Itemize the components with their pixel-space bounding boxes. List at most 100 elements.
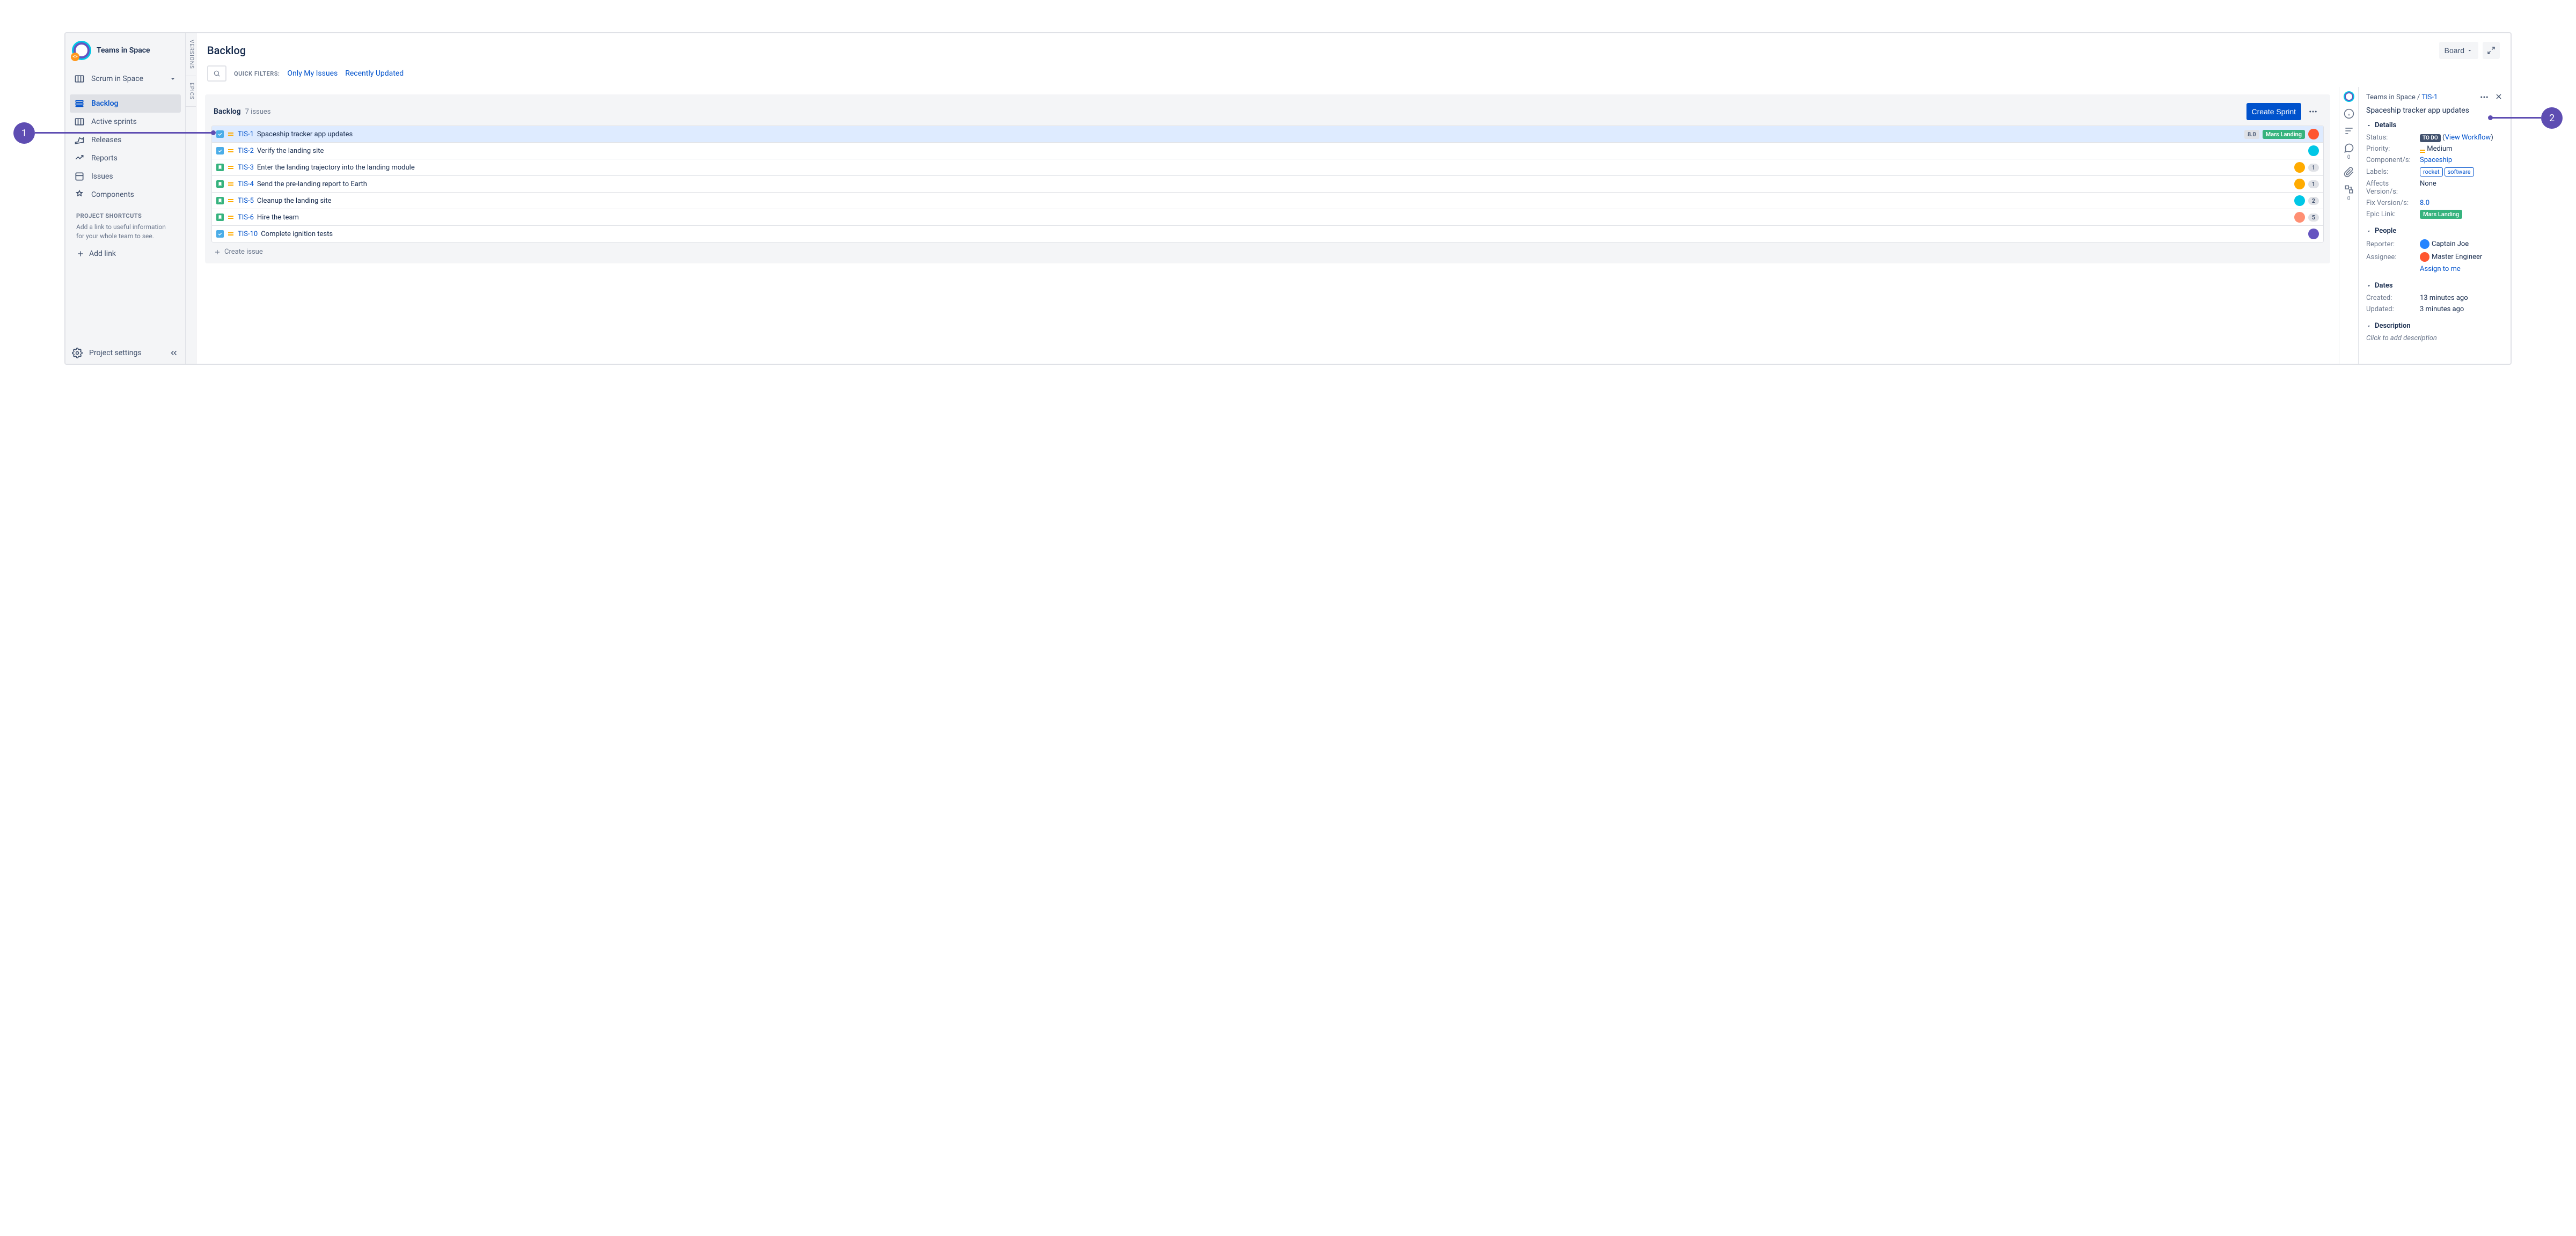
details-section: Details Status:TO DO (View Workflow) Pri… bbox=[2366, 121, 2503, 218]
priority-icon bbox=[227, 180, 235, 188]
detail-attachments-icon[interactable] bbox=[2344, 167, 2354, 178]
sidebar-item-releases[interactable]: Releases bbox=[70, 131, 181, 149]
backlog-card: Backlog 7 issues Create Sprint TIS-1Spac… bbox=[205, 94, 2330, 263]
sidebar-header: <> Teams in Space bbox=[65, 33, 185, 68]
detail-close-button[interactable] bbox=[2494, 92, 2503, 102]
filter-row: QUICK FILTERS: Only My Issues Recently U… bbox=[207, 65, 2500, 82]
sidebar-item-active-sprints[interactable]: Active sprints bbox=[70, 113, 181, 131]
label-tag[interactable]: software bbox=[2445, 167, 2474, 176]
sidebar: <> Teams in Space Scrum in Space bbox=[65, 33, 186, 364]
filter-only-my-issues[interactable]: Only My Issues bbox=[287, 69, 338, 78]
content-row: Backlog 7 issues Create Sprint TIS-1Spac… bbox=[196, 87, 2511, 364]
search-button[interactable] bbox=[207, 65, 226, 82]
issue-row[interactable]: TIS-2Verify the landing site bbox=[212, 143, 2323, 159]
description-placeholder[interactable]: Click to add description bbox=[2366, 334, 2503, 342]
annotation-line-1 bbox=[35, 132, 214, 134]
plus-icon bbox=[76, 249, 85, 258]
backlog-header: Backlog 7 issues Create Sprint bbox=[211, 101, 2324, 126]
issue-row[interactable]: TIS-1Spaceship tracker app updates8.0 Mar… bbox=[212, 126, 2323, 143]
issue-type-icon bbox=[216, 197, 224, 204]
fullscreen-button[interactable] bbox=[2483, 42, 2500, 59]
quick-filters-label: QUICK FILTERS: bbox=[234, 70, 280, 77]
details-section-toggle[interactable]: Details bbox=[2366, 121, 2503, 129]
backlog-icon bbox=[74, 98, 85, 109]
backlog-section-title: Backlog bbox=[214, 107, 241, 116]
page-title: Backlog bbox=[207, 44, 246, 57]
avatar bbox=[2294, 212, 2305, 223]
detail-issue-title: Spaceship tracker app updates bbox=[2366, 106, 2503, 115]
fix-version-link[interactable]: 8.0 bbox=[2420, 199, 2429, 207]
issue-type-icon bbox=[216, 214, 224, 221]
issue-summary: Hire the team bbox=[257, 214, 2291, 222]
epics-tab[interactable]: EPICS bbox=[186, 76, 196, 107]
issue-row[interactable]: TIS-4Send the pre-landing report to Eart… bbox=[212, 176, 2323, 193]
people-section-toggle[interactable]: People bbox=[2366, 227, 2503, 235]
issue-row[interactable]: TIS-3Enter the landing trajectory into t… bbox=[212, 159, 2323, 176]
create-sprint-button[interactable]: Create Sprint bbox=[2246, 103, 2301, 120]
sidebar-item-backlog[interactable]: Backlog bbox=[70, 94, 181, 113]
collapse-sidebar-button[interactable] bbox=[169, 348, 179, 358]
sidebar-item-issues[interactable]: Issues bbox=[70, 167, 181, 186]
issue-meta bbox=[2308, 145, 2319, 156]
detail-panel: 0 0 Teams in Space / TIS- bbox=[2339, 87, 2511, 364]
app-frame: <> Teams in Space Scrum in Space bbox=[64, 32, 2512, 365]
more-actions-button[interactable] bbox=[2304, 103, 2322, 120]
shortcuts-heading: PROJECT SHORTCUTS bbox=[76, 212, 174, 219]
count-pill: 1 bbox=[2308, 180, 2319, 188]
view-workflow-link[interactable]: View Workflow bbox=[2445, 134, 2491, 142]
sidebar-item-reports[interactable]: Reports bbox=[70, 149, 181, 167]
issue-type-icon bbox=[216, 164, 224, 171]
filter-recently-updated[interactable]: Recently Updated bbox=[345, 69, 404, 78]
issue-key: TIS-1 bbox=[238, 130, 254, 138]
description-section-toggle[interactable]: Description bbox=[2366, 322, 2503, 330]
detail-subtasks-icon[interactable]: 0 bbox=[2344, 184, 2354, 202]
issue-type-icon bbox=[216, 147, 224, 154]
sidebar-nav: Scrum in Space Backlog Acti bbox=[65, 68, 185, 342]
sidebar-item-components[interactable]: Components bbox=[70, 186, 181, 204]
breadcrumb-key-link[interactable]: TIS-1 bbox=[2421, 93, 2438, 101]
versions-tab[interactable]: VERSIONS bbox=[186, 33, 196, 76]
detail-project-icon[interactable] bbox=[2344, 91, 2354, 102]
issue-summary: Verify the landing site bbox=[257, 147, 2305, 155]
avatar bbox=[2308, 229, 2319, 239]
shortcuts-description: Add a link to useful information for you… bbox=[76, 223, 174, 241]
avatar bbox=[2420, 252, 2429, 262]
issue-summary: Spaceship tracker app updates bbox=[257, 130, 2241, 138]
detail-info-icon[interactable] bbox=[2344, 108, 2354, 119]
sprints-icon bbox=[74, 116, 85, 127]
project-settings-button[interactable]: Project settings bbox=[72, 348, 142, 358]
priority-icon bbox=[227, 130, 235, 138]
version-lozenge: 8.0 bbox=[2244, 130, 2259, 139]
detail-icon-rail: 0 0 bbox=[2339, 87, 2359, 364]
assign-to-me-link[interactable]: Assign to me bbox=[2420, 265, 2461, 273]
issue-row[interactable]: TIS-10Complete ignition tests bbox=[212, 226, 2323, 242]
board-dropdown-button[interactable]: Board bbox=[2439, 42, 2478, 59]
issue-meta: 1 bbox=[2294, 162, 2319, 173]
add-link-button[interactable]: Add link bbox=[70, 245, 181, 262]
issue-row[interactable]: TIS-5Cleanup the landing site2 bbox=[212, 193, 2323, 209]
reports-icon bbox=[74, 153, 85, 164]
priority-icon bbox=[227, 147, 235, 154]
backlog-count: 7 issues bbox=[245, 108, 271, 116]
label-tag[interactable]: rocket bbox=[2420, 167, 2443, 176]
create-issue-button[interactable]: Create issue bbox=[211, 242, 2324, 257]
board-icon bbox=[74, 73, 85, 84]
avatar bbox=[2308, 129, 2319, 139]
gear-icon bbox=[72, 348, 83, 358]
component-link[interactable]: Spaceship bbox=[2420, 156, 2452, 164]
board-selector[interactable]: Scrum in Space bbox=[70, 70, 181, 88]
detail-comments-icon[interactable]: 0 bbox=[2344, 143, 2354, 160]
detail-more-button[interactable] bbox=[2479, 92, 2489, 102]
dates-section-toggle[interactable]: Dates bbox=[2366, 282, 2503, 290]
issue-meta: 5 bbox=[2294, 212, 2319, 223]
more-icon bbox=[2308, 107, 2318, 116]
main-header: Backlog Board QUICK bbox=[196, 33, 2511, 87]
issue-type-icon bbox=[216, 230, 224, 238]
epic-lozenge: Mars Landing bbox=[2263, 130, 2305, 139]
vertical-tabs: VERSIONS EPICS bbox=[186, 33, 196, 364]
releases-icon bbox=[74, 135, 85, 145]
detail-sort-icon[interactable] bbox=[2344, 126, 2354, 136]
issue-row[interactable]: TIS-6Hire the team5 bbox=[212, 209, 2323, 226]
epic-link-tag[interactable]: Mars Landing bbox=[2420, 210, 2462, 219]
breadcrumb: Teams in Space / TIS-1 bbox=[2366, 93, 2438, 101]
